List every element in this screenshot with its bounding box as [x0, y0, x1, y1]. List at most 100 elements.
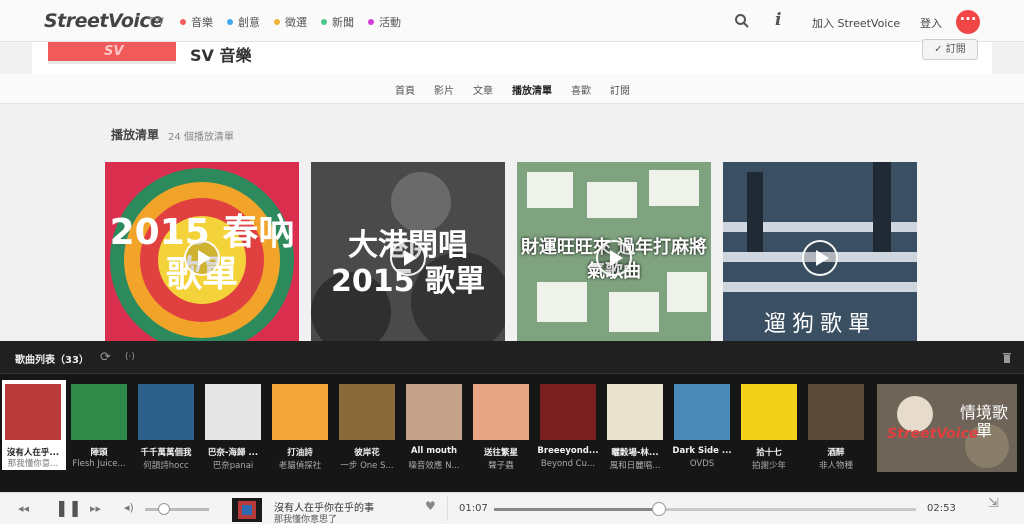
track-cover — [540, 384, 596, 440]
subscribe-button[interactable]: ✓ 訂閱 — [922, 39, 978, 60]
now-playing-artist[interactable]: 那我懂你意思了 — [274, 512, 337, 524]
tab-videos[interactable]: 影片 — [434, 82, 454, 97]
track-cover — [607, 384, 663, 440]
track-item[interactable]: 陣頭 Flesh Juice... — [68, 384, 130, 484]
dot-icon — [227, 19, 233, 25]
join-link[interactable]: 加入 StreetVoice — [812, 15, 900, 31]
track-artist: Beyond Cu... — [540, 459, 596, 469]
tab-home[interactable]: 首頁 — [395, 82, 415, 97]
player-bar: ◂◂ ❚❚ ▸▸ ◂) 沒有人在乎你在乎的事 那我懂你意思了 ♥ 01:07 0… — [0, 492, 1024, 524]
top-nav: StreetVoice TW 音樂 創意 徵選 新聞 活動 i 加入 Stree… — [0, 0, 1024, 42]
track-cover — [272, 384, 328, 440]
track-item[interactable]: 酒醉 非人物種 — [805, 384, 867, 484]
expand-icon[interactable]: ⇲ — [988, 496, 999, 511]
track-title: Breeeyond... — [537, 446, 599, 456]
track-title: 陣頭 — [90, 448, 108, 458]
heart-icon[interactable]: ♥ — [425, 499, 436, 513]
tab-playlists[interactable]: 播放清單 — [512, 82, 552, 97]
track-cover — [741, 384, 797, 440]
track-title: 曬穀場-林... — [611, 448, 659, 458]
now-playing-cover — [232, 498, 262, 522]
track-title: 打油詩 — [287, 448, 313, 458]
trash-icon[interactable] — [1002, 351, 1012, 363]
refresh-icon[interactable]: ⟳ — [100, 350, 111, 365]
playlist-card[interactable]: 大港開唱 2015 歌單 — [311, 162, 505, 342]
divider — [447, 497, 448, 521]
track-cover — [138, 384, 194, 440]
track-item[interactable]: 千千萬萬個我 何韻詩hocc — [135, 384, 197, 484]
track-artist: Flesh Juice... — [72, 459, 126, 469]
track-artist: 一步 One S... — [340, 461, 394, 471]
dot-icon — [321, 19, 327, 25]
dot-icon — [368, 19, 374, 25]
main-nav: 音樂 創意 徵選 新聞 活動 — [180, 14, 401, 30]
track-cover — [205, 384, 261, 440]
track-artist: 那我懂你意... — [7, 459, 59, 469]
logo[interactable]: StreetVoice — [44, 10, 163, 32]
track-item[interactable]: Breeeyond... Beyond Cu... — [537, 384, 599, 484]
playlist-count: 24 個播放清單 — [168, 132, 234, 143]
track-artist: 非人物種 — [818, 461, 853, 471]
nav-link-creative[interactable]: 創意 — [227, 14, 260, 30]
track-item[interactable]: 沒有人在乎... 那我懂你意... — [2, 380, 66, 470]
volume-knob[interactable] — [158, 503, 171, 515]
pause-icon[interactable]: ❚❚ — [55, 498, 82, 517]
track-item[interactable]: 巴奈-海歸 ... 巴奈panai — [202, 384, 264, 484]
play-icon[interactable] — [802, 240, 838, 276]
time-total: 02:53 — [927, 503, 956, 514]
track-item[interactable]: 曬穀場-林... 風和日麗唱... — [604, 384, 666, 484]
track-item[interactable]: All mouth 噪音效應 N... — [403, 384, 465, 484]
track-title: 巴奈-海歸 ... — [207, 448, 259, 458]
card-title: 遛狗歌單 — [763, 312, 876, 337]
track-title: Dark Side ... — [672, 446, 732, 456]
track-item[interactable]: 拾十七 拍謝少年 — [738, 384, 800, 484]
tab-articles[interactable]: 文章 — [473, 82, 493, 97]
nav-link-music[interactable]: 音樂 — [180, 14, 213, 30]
track-item[interactable]: 送往繁星 聲子蟲 — [470, 384, 532, 484]
tab-likes[interactable]: 喜歡 — [571, 82, 591, 97]
play-icon[interactable] — [596, 240, 632, 276]
volume-icon[interactable]: ◂) — [124, 501, 134, 514]
info-icon[interactable]: i — [775, 10, 781, 30]
track-artist: 風和日麗唱... — [609, 461, 661, 471]
more-button[interactable]: ··· — [956, 10, 980, 34]
previous-icon[interactable]: ◂◂ — [18, 502, 29, 515]
nav-link-events[interactable]: 活動 — [368, 14, 401, 30]
track-cover — [339, 384, 395, 440]
dot-icon — [180, 19, 186, 25]
play-icon[interactable] — [390, 240, 426, 276]
next-icon[interactable]: ▸▸ — [90, 502, 101, 515]
track-cover — [473, 384, 529, 440]
radio-icon[interactable]: (·) — [125, 352, 135, 362]
login-link[interactable]: 登入 — [920, 15, 942, 31]
profile-banner: SV — [48, 42, 176, 64]
dot-icon — [274, 19, 280, 25]
section-title: 播放清單 — [111, 128, 160, 142]
track-item[interactable]: 彼岸花一步 One S... — [336, 384, 398, 484]
tab-subscriptions[interactable]: 訂閱 — [610, 82, 630, 97]
profile-header: SV SV 音樂 ✓ 訂閱 — [32, 39, 992, 74]
nav-link-news[interactable]: 新聞 — [321, 14, 354, 30]
promo-banner[interactable]: StreetVoice 情境歌單 — [877, 384, 1017, 472]
search-icon[interactable] — [734, 13, 750, 29]
track-artist: 噪音效應 N... — [408, 461, 460, 471]
track-item[interactable]: 打油詩 老貓偵探社 — [269, 384, 331, 484]
nav-link-audition[interactable]: 徵選 — [274, 14, 307, 30]
play-icon[interactable] — [184, 240, 220, 276]
track-item[interactable]: Dark Side ... OVDS — [671, 384, 733, 484]
playlist-card[interactable]: 2015 春吶歌單 — [105, 162, 299, 342]
track-cover — [674, 384, 730, 440]
playlist-card[interactable]: 財運旺旺來 過年打麻將氣歌曲 — [517, 162, 711, 342]
track-title: 彼岸花 — [354, 448, 380, 458]
volume-slider[interactable] — [145, 508, 209, 511]
region-label: TW — [148, 16, 164, 27]
playlist-card[interactable]: 遛狗歌單 — [723, 162, 917, 342]
track-artist: 何韻詩hocc — [143, 461, 189, 471]
track-title: 酒醉 — [827, 448, 845, 458]
track-title: 拾十七 — [756, 448, 782, 458]
progress-knob[interactable] — [651, 502, 666, 516]
track-title: All mouth — [410, 446, 458, 456]
track-title: 送往繁星 — [483, 448, 518, 458]
progress-bar[interactable] — [494, 508, 916, 511]
track-artist: OVDS — [689, 459, 715, 469]
